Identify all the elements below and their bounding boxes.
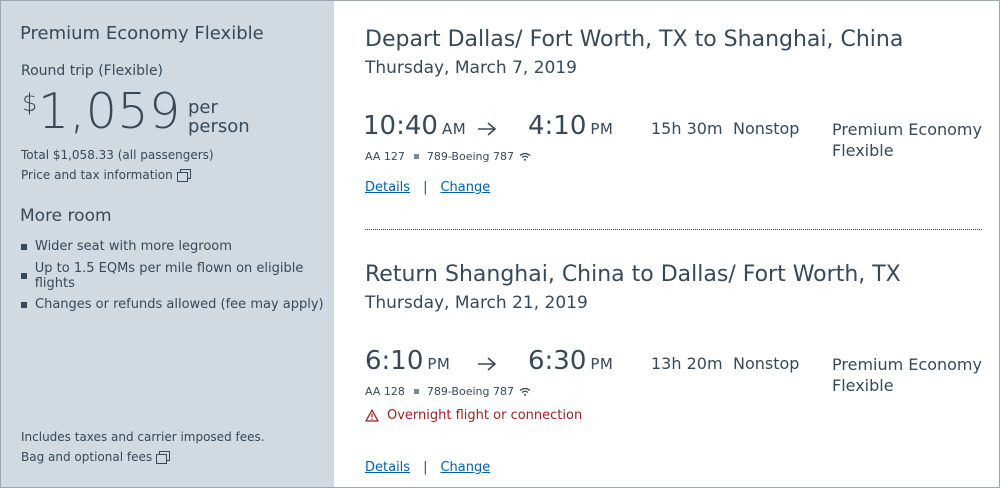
cabin-line: Premium Economy (832, 355, 982, 374)
stops: Nonstop (733, 354, 800, 373)
slice-title: Depart Dallas/ Fort Worth, TX to Shangha… (365, 27, 904, 52)
arrive-ampm: PM (590, 355, 614, 373)
bag-fees-label: Bag and optional fees (21, 450, 153, 464)
flight-duration: 13h 20m (651, 354, 723, 373)
cabin-class: Premium Economy Flexible (832, 119, 997, 161)
depart-time: 6:10 PM (365, 346, 450, 376)
arrive-time: 6:30 PM (528, 346, 613, 376)
flight-number: AA 128 (365, 385, 405, 398)
benefit-text: Wider seat with more legroom (35, 239, 232, 254)
per-label: per (188, 97, 218, 118)
details-link[interactable]: Details (365, 180, 410, 195)
cabin-class: Premium Economy Flexible (832, 354, 997, 396)
flight-info: AA 128 789-Boeing 787 (365, 385, 531, 398)
bag-fees-link[interactable]: Bag and optional fees (21, 450, 171, 464)
link-separator: | (423, 460, 428, 475)
external-window-icon (156, 451, 171, 464)
more-room-heading: More room (20, 206, 112, 226)
fare-name: Premium Economy Flexible (20, 23, 264, 44)
depart-time: 10:40 AM (363, 111, 466, 141)
slice-links: Details | Change (365, 460, 490, 475)
benefit-item: Wider seat with more legroom (21, 232, 334, 261)
right-arrow-icon (478, 122, 497, 136)
slice-links: Details | Change (365, 180, 490, 195)
arrive-time-value: 4:10 (528, 111, 587, 141)
separator-square-icon (413, 389, 419, 394)
currency-symbol: $ (22, 89, 38, 117)
bullet-icon (21, 301, 27, 308)
depart-time-value: 10:40 (363, 111, 438, 141)
per-person-label: per person (188, 98, 250, 136)
outbound-slice-header: Depart Dallas/ Fort Worth, TX to Shangha… (365, 27, 903, 78)
flight-duration: 15h 30m (651, 119, 723, 138)
trip-type: Round trip (Flexible) (21, 63, 164, 79)
link-separator: | (423, 180, 428, 195)
benefit-item: Changes or refunds allowed (fee may appl… (21, 290, 334, 319)
arrive-time: 4:10 PM (528, 111, 613, 141)
benefit-text: Changes or refunds allowed (fee may appl… (35, 297, 324, 312)
depart-ampm: PM (427, 355, 451, 373)
total-price: Total $1,058.33 (all passengers) (21, 148, 214, 162)
aircraft: 789-Boeing 787 (426, 385, 514, 398)
benefit-text: Up to 1.5 EQMs per mile flown on eligibl… (34, 260, 304, 291)
return-slice-header: Return Shanghai, China to Dallas/ Fort W… (365, 262, 901, 313)
wifi-icon (519, 152, 531, 161)
fees-note: Includes taxes and carrier imposed fees. (21, 430, 265, 444)
flight-number: AA 127 (365, 150, 405, 163)
bullet-icon (21, 272, 27, 279)
aircraft: 789-Boeing 787 (426, 150, 514, 163)
warning-triangle-icon (365, 409, 379, 422)
flight-summary-card: Premium Economy Flexible Round trip (Fle… (0, 0, 1000, 488)
price-tax-info-link[interactable]: Price and tax information (21, 168, 191, 182)
depart-time-value: 6:10 (365, 346, 424, 376)
person-label: person (188, 116, 250, 137)
warning-text: Overnight flight or connection (387, 408, 583, 423)
wifi-icon (519, 387, 531, 396)
flight-info: AA 127 789-Boeing 787 (365, 150, 531, 163)
change-link[interactable]: Change (440, 180, 490, 195)
external-window-icon (176, 169, 191, 182)
benefit-item: Up to 1.5 EQMs per mile flown on eligibl… (21, 260, 334, 291)
slice-divider (365, 229, 982, 230)
cabin-line: Premium Economy (832, 120, 982, 139)
depart-ampm: AM (441, 120, 467, 138)
right-arrow-icon (478, 357, 497, 371)
slice-date: Thursday, March 21, 2019 (365, 293, 588, 313)
price-tax-info-label: Price and tax information (21, 168, 173, 182)
stops: Nonstop (733, 119, 800, 138)
arrive-time-value: 6:30 (528, 346, 587, 376)
price-amount: 1,059 (38, 83, 181, 140)
separator-square-icon (413, 154, 419, 159)
slice-title: Return Shanghai, China to Dallas/ Fort W… (365, 262, 901, 287)
fare-summary-panel: Premium Economy Flexible Round trip (Fle… (1, 1, 334, 487)
benefits-list: Wider seat with more legroom Up to 1.5 E… (21, 232, 334, 319)
details-link[interactable]: Details (365, 460, 410, 475)
change-link[interactable]: Change (440, 460, 490, 475)
slice-date: Thursday, March 7, 2019 (365, 58, 577, 78)
arrive-ampm: PM (590, 120, 614, 138)
cabin-line: Flexible (832, 141, 894, 160)
cabin-line: Flexible (832, 376, 894, 395)
overnight-warning: Overnight flight or connection (365, 408, 582, 423)
bullet-icon (21, 243, 27, 250)
